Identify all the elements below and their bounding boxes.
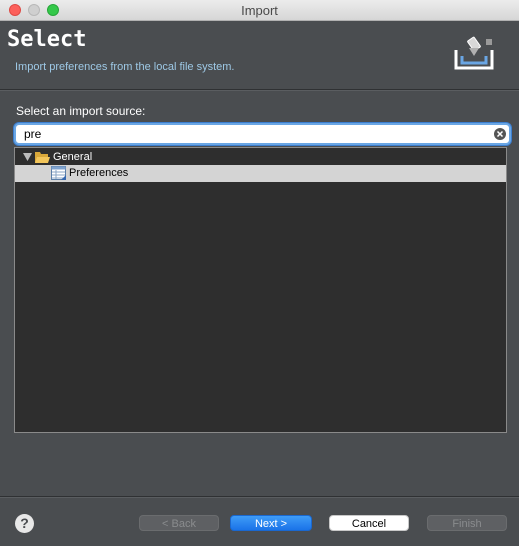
page-description: Import preferences from the local file s… — [15, 61, 235, 73]
tree-item-label: Preferences — [69, 167, 129, 179]
wizard-banner: Select Import preferences from the local… — [0, 21, 519, 89]
folder-open-icon — [35, 152, 50, 163]
page-heading: Select — [7, 27, 87, 52]
clear-search-icon[interactable] — [494, 128, 506, 140]
tree-item-label: General — [53, 151, 93, 163]
cancel-button[interactable]: Cancel — [329, 515, 409, 531]
import-wizard-icon — [454, 36, 494, 70]
title-bar: Import — [0, 0, 519, 21]
preferences-icon — [51, 166, 66, 180]
finish-button[interactable]: Finish — [427, 515, 507, 531]
help-button[interactable]: ? — [15, 514, 34, 533]
filter-field[interactable] — [14, 123, 511, 145]
tree-item-preferences[interactable]: Preferences — [15, 165, 506, 182]
next-button[interactable]: Next > — [230, 515, 312, 531]
window-title: Import — [241, 3, 278, 18]
filter-input[interactable] — [24, 125, 494, 143]
import-source-label: Select an import source: — [16, 104, 146, 118]
expand-triangle-icon[interactable] — [23, 153, 32, 161]
import-source-tree[interactable]: General Preferences — [14, 147, 507, 433]
tree-item-general[interactable]: General — [15, 149, 506, 166]
back-button[interactable]: < Back — [139, 515, 219, 531]
